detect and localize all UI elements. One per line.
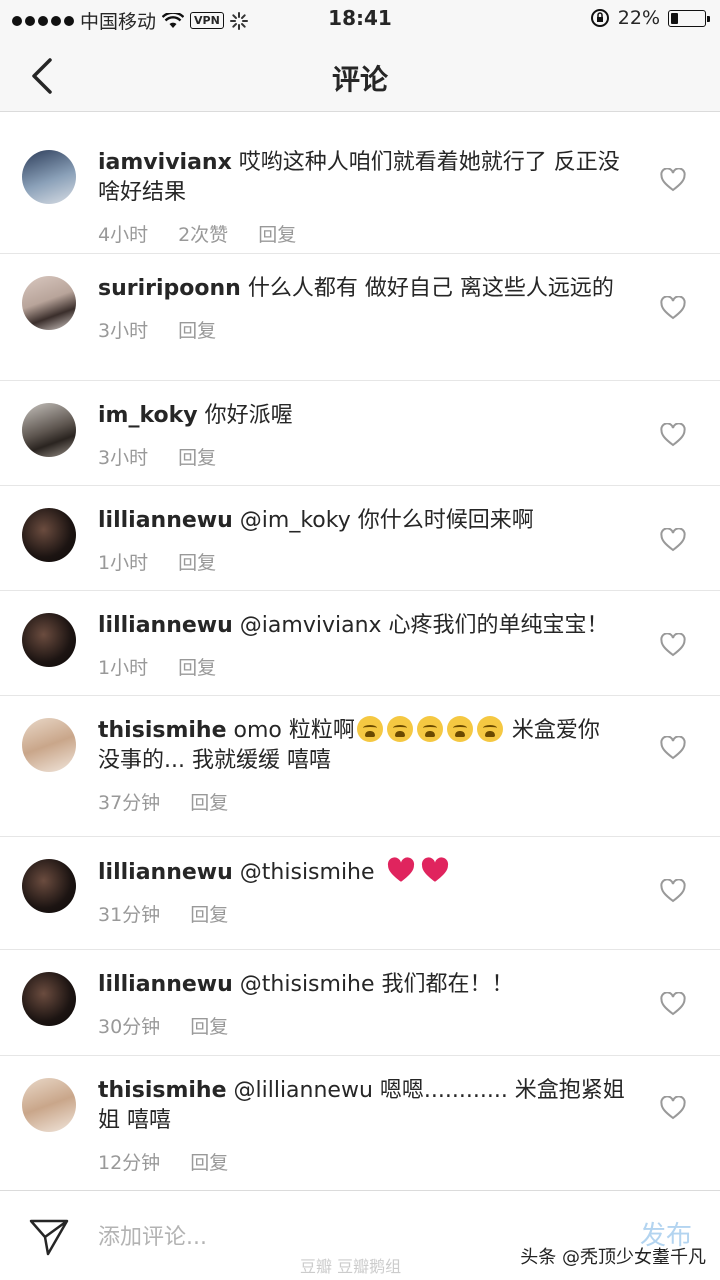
red-heart-emoji [421, 857, 448, 882]
comment-composer: 发布 豆瓣 豆瓣鹅组 头条 @秃顶少女耋千凡 [0, 1190, 720, 1280]
comment-text: @thisismihe 我们都在！！ [239, 972, 514, 997]
comment-time: 1小时 [98, 552, 149, 574]
reply-button[interactable]: 回复 [190, 1148, 228, 1175]
comment-time: 3小时 [98, 320, 149, 342]
avatar[interactable] [22, 859, 76, 913]
loudly-crying-face-emoji [416, 716, 443, 742]
avatar[interactable] [22, 972, 76, 1026]
comment-item: suriripoonn 什么人都有 做好自己 离这些人远远的 3小时 回复 [0, 254, 720, 381]
comment-username[interactable]: iamvivianx [98, 150, 232, 175]
comment-text: @im_koky 你什么时候回来啊 [239, 508, 534, 533]
comment-time: 37分钟 [98, 792, 161, 814]
comment-text: omo 粒粒啊 [233, 718, 355, 743]
comment-text: @thisismihe [239, 860, 375, 885]
comment-username[interactable]: lilliannewu [98, 613, 233, 638]
heart-outline-icon[interactable] [660, 528, 686, 552]
comment-time: 3小时 [98, 447, 149, 469]
comment-list: iamvivianx 哎哟这种人咱们就看着她就行了 反正没啥好结果 4小时 2次赞… [0, 128, 720, 1188]
comment-item: lilliannewu @im_koky 你什么时候回来啊 1小时 回复 [0, 486, 720, 591]
comment-time: 12分钟 [98, 1152, 161, 1174]
toutiao-watermark: 头条 @秃顶少女耋千凡 [520, 1247, 706, 1268]
comment-time: 1小时 [98, 657, 149, 679]
comment-username[interactable]: lilliannewu [98, 508, 233, 533]
comment-username[interactable]: lilliannewu [98, 860, 233, 885]
comment-text: 什么人都有 做好自己 离这些人远远的 [247, 276, 614, 301]
orientation-lock-icon [590, 9, 609, 27]
reply-button[interactable]: 回复 [178, 548, 216, 575]
reply-button[interactable]: 回复 [178, 443, 216, 470]
comment-item: thisismihe omo 粒粒啊 米盒爱你 没事的... 我就缓缓 嘻嘻 3… [0, 696, 720, 837]
comment-input[interactable] [98, 1219, 518, 1255]
avatar[interactable] [22, 508, 76, 562]
avatar[interactable] [22, 276, 76, 330]
comment-body: lilliannewu @thisismihe 31分钟 回复 [98, 857, 628, 927]
reply-button[interactable]: 回复 [258, 220, 296, 247]
douban-watermark: 豆瓣 豆瓣鹅组 [300, 1257, 402, 1276]
comment-username[interactable]: im_koky [98, 403, 198, 428]
heart-outline-icon[interactable] [660, 296, 686, 320]
nav-bar: 评论 [0, 40, 720, 112]
reply-button[interactable]: 回复 [178, 316, 216, 343]
avatar[interactable] [22, 718, 76, 772]
avatar[interactable] [22, 613, 76, 667]
heart-outline-icon[interactable] [660, 992, 686, 1016]
heart-outline-icon[interactable] [660, 633, 686, 657]
loudly-crying-face-emoji [356, 716, 383, 742]
comment-body: im_koky 你好派喔 3小时 回复 [98, 401, 628, 470]
avatar[interactable] [22, 403, 76, 457]
comment-item: lilliannewu @iamvivianx 心疼我们的单纯宝宝！ 1小时 回复 [0, 591, 720, 696]
comment-likes[interactable]: 2次赞 [178, 220, 228, 247]
comment-text: 你好派喔 [204, 403, 293, 428]
status-right: 22% [590, 7, 710, 29]
heart-outline-icon[interactable] [660, 736, 686, 760]
heart-outline-icon[interactable] [660, 1096, 686, 1120]
loudly-crying-face-emoji [446, 716, 473, 742]
comment-text: @iamvivianx 心疼我们的单纯宝宝！ [239, 613, 609, 638]
comment-body: iamvivianx 哎哟这种人咱们就看着她就行了 反正没啥好结果 4小时 2次赞… [98, 148, 628, 247]
status-bar: 中国移动 VPN 18:41 22% [0, 0, 720, 40]
battery-icon [668, 9, 710, 27]
comment-item: lilliannewu @thisismihe 我们都在！！ 30分钟 回复 [0, 950, 720, 1056]
battery-level [671, 12, 678, 24]
battery-percent: 22% [617, 7, 660, 29]
comment-time: 31分钟 [98, 904, 161, 926]
comment-body: suriripoonn 什么人都有 做好自己 离这些人远远的 3小时 回复 [98, 274, 628, 343]
comment-item: im_koky 你好派喔 3小时 回复 [0, 381, 720, 486]
comment-body: thisismihe omo 粒粒啊 米盒爱你 没事的... 我就缓缓 嘻嘻 3… [98, 716, 628, 815]
comment-item: lilliannewu @thisismihe 31分钟 回复 [0, 837, 720, 950]
avatar[interactable] [22, 1078, 76, 1132]
reply-button[interactable]: 回复 [190, 900, 228, 927]
comment-item: iamvivianx 哎哟这种人咱们就看着她就行了 反正没啥好结果 4小时 2次赞… [0, 128, 720, 254]
reply-button[interactable]: 回复 [190, 788, 228, 815]
comment-body: lilliannewu @im_koky 你什么时候回来啊 1小时 回复 [98, 506, 628, 575]
paper-plane-icon[interactable] [28, 1217, 70, 1257]
comment-body: thisismihe @lilliannewu 嗯嗯............ 米… [98, 1076, 628, 1175]
comment-body: lilliannewu @thisismihe 我们都在！！ 30分钟 回复 [98, 970, 628, 1039]
heart-outline-icon[interactable] [660, 423, 686, 447]
loudly-crying-face-emoji [476, 716, 503, 742]
reply-button[interactable]: 回复 [190, 1012, 228, 1039]
comment-username[interactable]: thisismihe [98, 1078, 227, 1103]
loudly-crying-face-emoji [386, 716, 413, 742]
red-heart-emoji [387, 857, 414, 882]
comment-username[interactable]: suriripoonn [98, 276, 241, 301]
page-title: 评论 [331, 63, 388, 96]
comment-time: 4小时 [98, 224, 149, 246]
comment-username[interactable]: thisismihe [98, 718, 227, 743]
avatar[interactable] [22, 150, 76, 204]
heart-outline-icon[interactable] [660, 168, 686, 192]
reply-button[interactable]: 回复 [178, 653, 216, 680]
comment-time: 30分钟 [98, 1016, 161, 1038]
comment-body: lilliannewu @iamvivianx 心疼我们的单纯宝宝！ 1小时 回复 [98, 611, 628, 680]
comment-item: thisismihe @lilliannewu 嗯嗯............ 米… [0, 1056, 720, 1188]
comment-username[interactable]: lilliannewu [98, 972, 233, 997]
heart-outline-icon[interactable] [660, 879, 686, 903]
